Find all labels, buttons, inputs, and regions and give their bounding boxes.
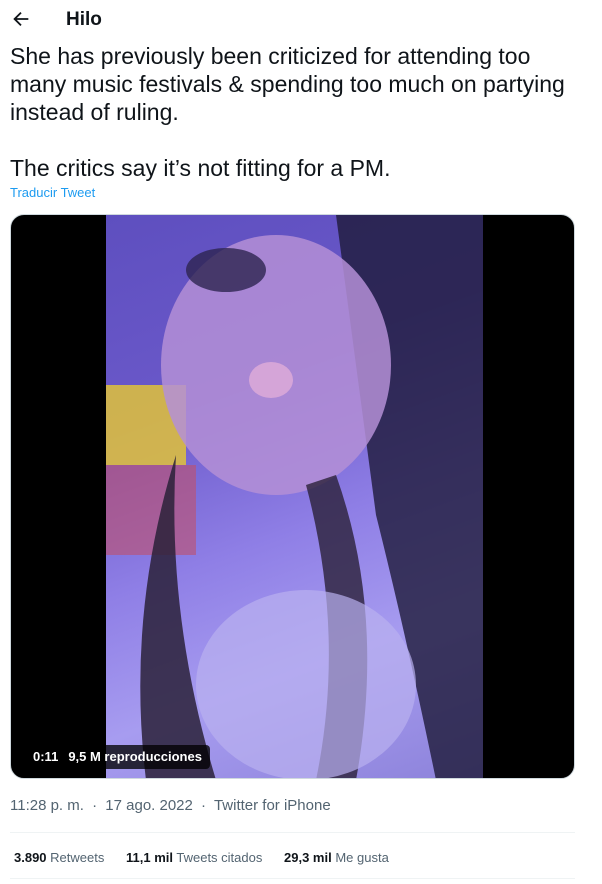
video-views: 9,5 M reproducciones xyxy=(68,749,202,764)
video-info-badge: 0:11 9,5 M reproducciones xyxy=(25,745,210,769)
tweet-text: She has previously been criticized for a… xyxy=(10,43,565,181)
meta-separator: · xyxy=(201,797,207,814)
tweet-date[interactable]: 17 ago. 2022 xyxy=(105,797,193,814)
likes-stat[interactable]: 29,3 mil Me gusta xyxy=(284,850,389,865)
video-duration: 0:11 xyxy=(33,749,59,764)
video-still-image xyxy=(106,215,483,778)
page-title: Hilo xyxy=(66,9,102,30)
video-frame xyxy=(106,215,483,778)
meta-separator: · xyxy=(92,797,98,814)
arrow-left-icon[interactable] xyxy=(10,8,32,30)
divider xyxy=(10,878,575,879)
thread-header: Hilo xyxy=(0,0,602,40)
retweets-stat[interactable]: 3.890 Retweets xyxy=(14,850,104,865)
quote-tweets-count: 11,1 mil xyxy=(126,850,173,865)
tweet-source[interactable]: Twitter for iPhone xyxy=(214,797,331,814)
translate-tweet-link[interactable]: Traducir Tweet xyxy=(10,185,95,200)
likes-label: Me gusta xyxy=(335,850,389,865)
tweet-time[interactable]: 11:28 p. m. xyxy=(10,797,84,814)
quote-tweets-label: Tweets citados xyxy=(176,850,263,865)
retweets-count: 3.890 xyxy=(14,850,47,865)
likes-count: 29,3 mil xyxy=(284,850,332,865)
retweets-label: Retweets xyxy=(50,850,105,865)
quote-tweets-stat[interactable]: 11,1 mil Tweets citados xyxy=(126,850,262,865)
divider xyxy=(10,832,575,833)
tweet-meta: 11:28 p. m. · 17 ago. 2022 · Twitter for… xyxy=(10,797,331,814)
video-player[interactable]: 0:11 9,5 M reproducciones xyxy=(10,214,575,779)
tweet-stats: 3.890 Retweets 11,1 mil Tweets citados 2… xyxy=(14,850,407,865)
